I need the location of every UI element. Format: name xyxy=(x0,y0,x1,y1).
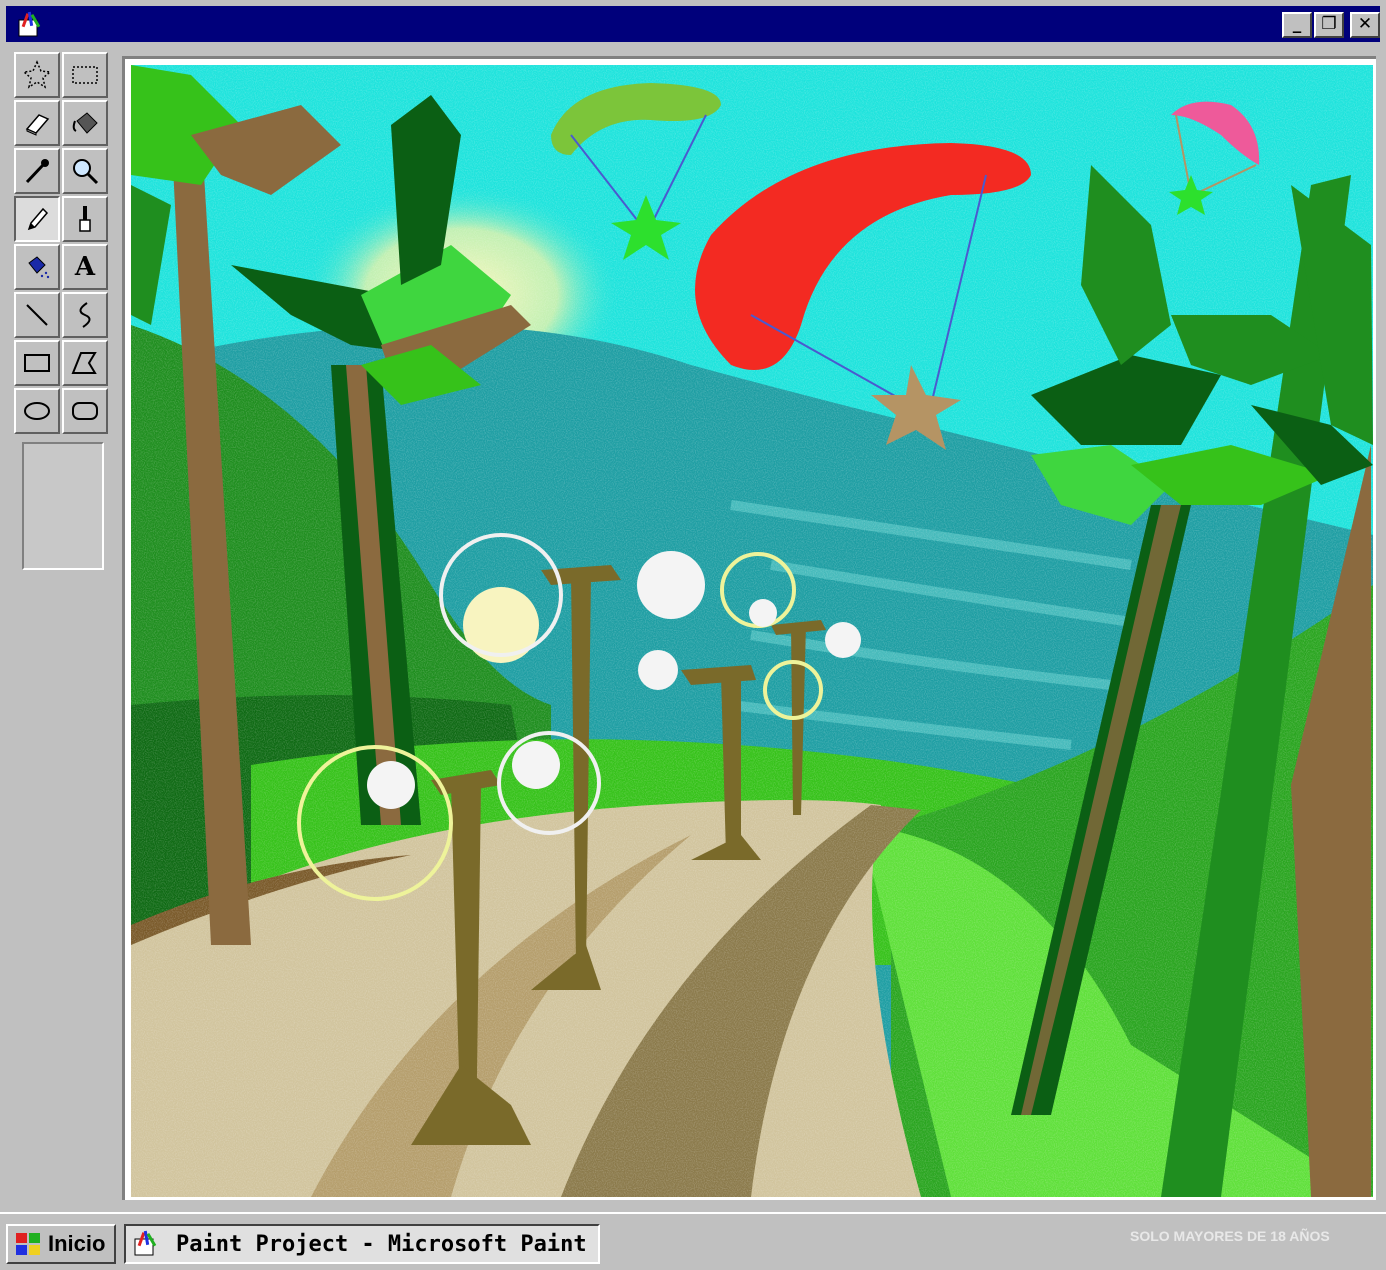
eraser-icon xyxy=(25,114,50,136)
start-button[interactable]: Inicio xyxy=(6,1224,116,1264)
ellipse-icon xyxy=(24,402,50,420)
taskbar: Inicio Paint Project - Microsoft Paint S… xyxy=(0,1212,1386,1270)
toolbox: A xyxy=(12,52,114,1202)
paint-bucket-icon xyxy=(72,112,98,134)
brush-icon xyxy=(79,206,91,232)
rect-select-icon xyxy=(72,66,98,84)
title-bar[interactable]: _ ❐ ✕ xyxy=(6,6,1380,42)
curve-tool[interactable] xyxy=(62,292,108,338)
rounded-rect-icon xyxy=(72,402,98,420)
airbrush-tool[interactable] xyxy=(14,244,60,290)
pencil-icon xyxy=(27,207,49,231)
watermark: SOLO MAYORES DE 18 AÑOS xyxy=(1130,1228,1330,1244)
line-tool[interactable] xyxy=(14,292,60,338)
paint-window: _ ❐ ✕ A xyxy=(0,0,1386,1210)
windows-logo-icon xyxy=(16,1233,40,1255)
select-tool[interactable] xyxy=(62,52,108,98)
pick-color-tool[interactable] xyxy=(14,148,60,194)
eraser-tool[interactable] xyxy=(14,100,60,146)
free-form-select-tool[interactable] xyxy=(14,52,60,98)
start-label: Inicio xyxy=(48,1231,106,1256)
line-icon xyxy=(26,304,48,326)
fill-with-color-tool[interactable] xyxy=(62,100,108,146)
polygon-icon xyxy=(71,352,97,374)
paint-app-icon xyxy=(134,1230,157,1256)
text-icon: A xyxy=(74,252,96,282)
curve-icon xyxy=(79,302,91,328)
magnifier-tool[interactable] xyxy=(62,148,108,194)
polygon-tool[interactable] xyxy=(62,340,108,386)
maximize-button[interactable]: ❐ xyxy=(1314,12,1344,38)
pencil-tool[interactable] xyxy=(14,196,60,242)
text-tool[interactable]: A xyxy=(62,244,108,290)
taskbar-item-label: Paint Project - Microsoft Paint xyxy=(176,1231,587,1257)
eyedropper-icon xyxy=(25,159,49,184)
close-button[interactable]: ✕ xyxy=(1350,12,1380,38)
magnifier-icon xyxy=(73,159,99,185)
rectangle-icon xyxy=(24,354,50,372)
airbrush-icon xyxy=(28,256,50,279)
tool-options-box[interactable] xyxy=(22,442,104,570)
drawing-canvas[interactable] xyxy=(131,65,1373,1197)
rectangle-tool[interactable] xyxy=(14,340,60,386)
ellipse-tool[interactable] xyxy=(14,388,60,434)
taskbar-item-paint[interactable]: Paint Project - Microsoft Paint xyxy=(124,1224,600,1264)
rounded-rectangle-tool[interactable] xyxy=(62,388,108,434)
canvas-frame xyxy=(122,56,1376,1200)
paint-app-icon[interactable] xyxy=(16,10,46,40)
brush-tool[interactable] xyxy=(62,196,108,242)
minimize-button[interactable]: _ xyxy=(1282,12,1312,38)
star-select-icon xyxy=(22,60,52,89)
